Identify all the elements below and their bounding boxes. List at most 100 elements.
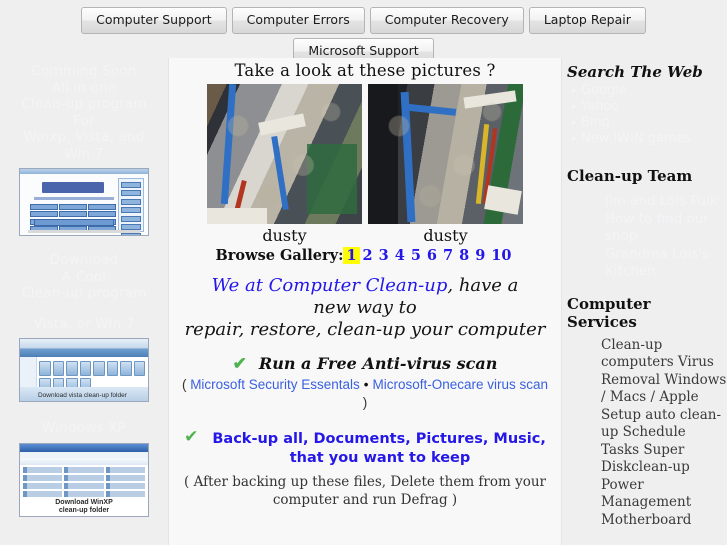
search-link-iwin-games[interactable]: New iWIN games [572, 131, 727, 147]
link-microsoft-security-essentials[interactable]: Microsoft Security Essentals [190, 377, 360, 392]
service-item-2-note: ( After backing up these files, Delete t… [169, 473, 561, 509]
gallery-page-8[interactable]: 8 [456, 247, 472, 264]
right-sidebar: Search The Web Google Yahoo Bing New iWI… [561, 58, 727, 545]
nav-button-computer-recovery[interactable]: Computer Recovery [369, 7, 524, 34]
browse-gallery-label: Browse Gallery: [215, 247, 344, 264]
app-button-grid [30, 204, 116, 232]
promo1-line4: For [73, 112, 95, 129]
item2-note-line1: ( After backing up these files, Delete t… [184, 474, 546, 490]
promo2-line2: A Cool [61, 268, 107, 285]
link-microsoft-onecare[interactable]: Microsoft-Onecare virus scan [372, 377, 548, 392]
gallery-image-2[interactable] [368, 84, 523, 224]
search-link-yahoo[interactable]: Yahoo [572, 99, 727, 115]
search-the-web-heading: Search The Web [567, 63, 703, 81]
dust-overlay-2 [368, 84, 523, 224]
gallery-title: Take a look at these pictures ? [234, 61, 496, 80]
main-headline: We at Computer Clean-up, have a new way … [169, 275, 561, 341]
promo-windows-xp: Windows XP [0, 420, 168, 437]
xp-download-caption: Download WinXP clean-up folder [20, 499, 148, 515]
services-heading-line1: Computer [567, 294, 651, 313]
nav-button-laptop-repair[interactable]: Laptop Repair [528, 7, 646, 34]
promo2-line3: Clean-up program [21, 285, 147, 301]
item2-note-line2: computer and run Defrag ) [272, 492, 458, 508]
xp-toolbar [20, 457, 148, 465]
cleanup-team-heading: Clean-up Team [567, 167, 693, 185]
nav-button-computer-support[interactable]: Computer Support [81, 7, 227, 34]
promo1-line6: Win 7 [64, 145, 104, 162]
team-link-how-to-find-our-shop-line2[interactable]: shop [605, 228, 727, 246]
gallery-image-1[interactable] [207, 84, 362, 224]
search-engine-list: Google Yahoo Bing New iWIN games [561, 83, 727, 147]
page-columns: Comming Soon All in one Clean-up program… [0, 58, 727, 545]
service-item-2-title: ✔ Back-up all, Documents, Pictures, Music… [169, 428, 561, 468]
team-link-how-to-find-our-shop-line1[interactable]: How to find our [605, 211, 727, 229]
app-footer-bar [28, 230, 140, 233]
vista-addressbar [20, 349, 148, 357]
search-link-google[interactable]: Google [572, 83, 727, 99]
promo3-line1: Windows XP [42, 420, 126, 436]
headline-line3: repair, restore, clean-up your computer [184, 319, 546, 340]
thumbnail-winxp-folder[interactable]: Download WinXP clean-up folder [19, 442, 149, 517]
headline-line2: new way to [313, 297, 417, 318]
gallery-page-5[interactable]: 5 [408, 247, 424, 264]
service-item-1-links: ( Microsoft Security Essentals • Microsoft… [169, 376, 561, 412]
app-logo [42, 182, 104, 193]
nav-button-computer-errors[interactable]: Computer Errors [231, 7, 365, 34]
headline-rest: , have a [447, 275, 519, 296]
search-link-bing[interactable]: Bing [572, 115, 727, 131]
headline-brand: We at Computer Clean-up [211, 275, 448, 296]
gallery-page-1[interactable]: 1 [343, 247, 360, 264]
xp-caption-line1: Download WinXP [55, 498, 113, 506]
promo1-line3: Clean-up program [21, 96, 147, 112]
gallery-caption-2: dusty [423, 226, 468, 245]
xp-icon-grid [23, 466, 145, 497]
paren-open-1: ( [181, 377, 191, 392]
team-link-grandma-lois-kitchen-line2[interactable]: Kitchen [605, 263, 727, 281]
item1-title: Run a Free Anti-virus scan [258, 354, 498, 373]
services-heading-line2: Services [567, 312, 637, 331]
gallery-pagination: Browse Gallery: 1 2 3 4 5 6 7 8 9 10 [169, 247, 561, 264]
vista-body [20, 357, 148, 393]
promo1-line5: Winxp, Vista, and [23, 129, 145, 145]
computer-services-list: Clean-up computers Virus Removal Windows… [601, 336, 727, 528]
check-icon-1: ✔ [232, 354, 247, 374]
service-item-1-title: ✔ Run a Free Anti-virus scan [169, 354, 561, 374]
vista-titlebar [20, 339, 148, 349]
xp-caption-line2: clean-up folder [58, 506, 110, 514]
gallery-page-9[interactable]: 9 [472, 247, 488, 264]
gallery-page-2[interactable]: 2 [360, 247, 376, 264]
bullet-separator: • [363, 377, 369, 392]
promo1-line1: Comming Soon [31, 63, 137, 79]
app-side-buttons [118, 178, 144, 235]
top-navigation: Computer Support Computer Errors Compute… [0, 0, 727, 65]
promo1-line2: All in one [51, 79, 117, 96]
app-main-action-bar [34, 219, 114, 226]
left-sidebar: Comming Soon All in one Clean-up program… [0, 58, 168, 545]
nav-row-primary: Computer Support Computer Errors Compute… [0, 0, 727, 34]
vista-status-bar: Download vista clean-up folder [20, 387, 148, 401]
team-link-jim-and-lois-fulk[interactable]: Jim and Lois Fulk [605, 193, 727, 211]
promo-coming-soon: Comming Soon All in one Clean-up program… [0, 58, 168, 162]
team-link-grandma-lois-kitchen-line1[interactable]: Grandma Lois's [605, 246, 727, 264]
promo2-line4: Vista, or Win 7 [33, 315, 135, 332]
paren-close-1: ) [362, 395, 368, 410]
gallery-page-10[interactable]: 10 [488, 247, 514, 264]
item2-title-line1: Back-up all, Documents, Pictures, Music, [212, 431, 546, 447]
xp-titlebar [20, 443, 148, 452]
dust-overlay-1 [207, 84, 362, 224]
item2-title-line2: that you want to keep [289, 450, 471, 466]
gallery-page-7[interactable]: 7 [440, 247, 456, 264]
vista-download-caption: Download vista clean-up folder [38, 392, 127, 399]
thumbnail-vista-folder[interactable]: Download vista clean-up folder [19, 338, 149, 402]
gallery-page-3[interactable]: 3 [376, 247, 392, 264]
check-icon-2: ✔ [184, 427, 199, 447]
thumbnail-cleanup-app[interactable] [19, 168, 149, 236]
app-body [20, 174, 148, 235]
promo-download-cool: Download A Cool Clean-up program Vista, … [0, 252, 168, 332]
app-subtitle-bar [34, 197, 114, 200]
gallery-images [169, 84, 561, 224]
vista-nav-pane [20, 357, 37, 387]
gallery-caption-1: dusty [262, 226, 307, 245]
gallery-page-6[interactable]: 6 [424, 247, 440, 264]
gallery-page-4[interactable]: 4 [392, 247, 408, 264]
